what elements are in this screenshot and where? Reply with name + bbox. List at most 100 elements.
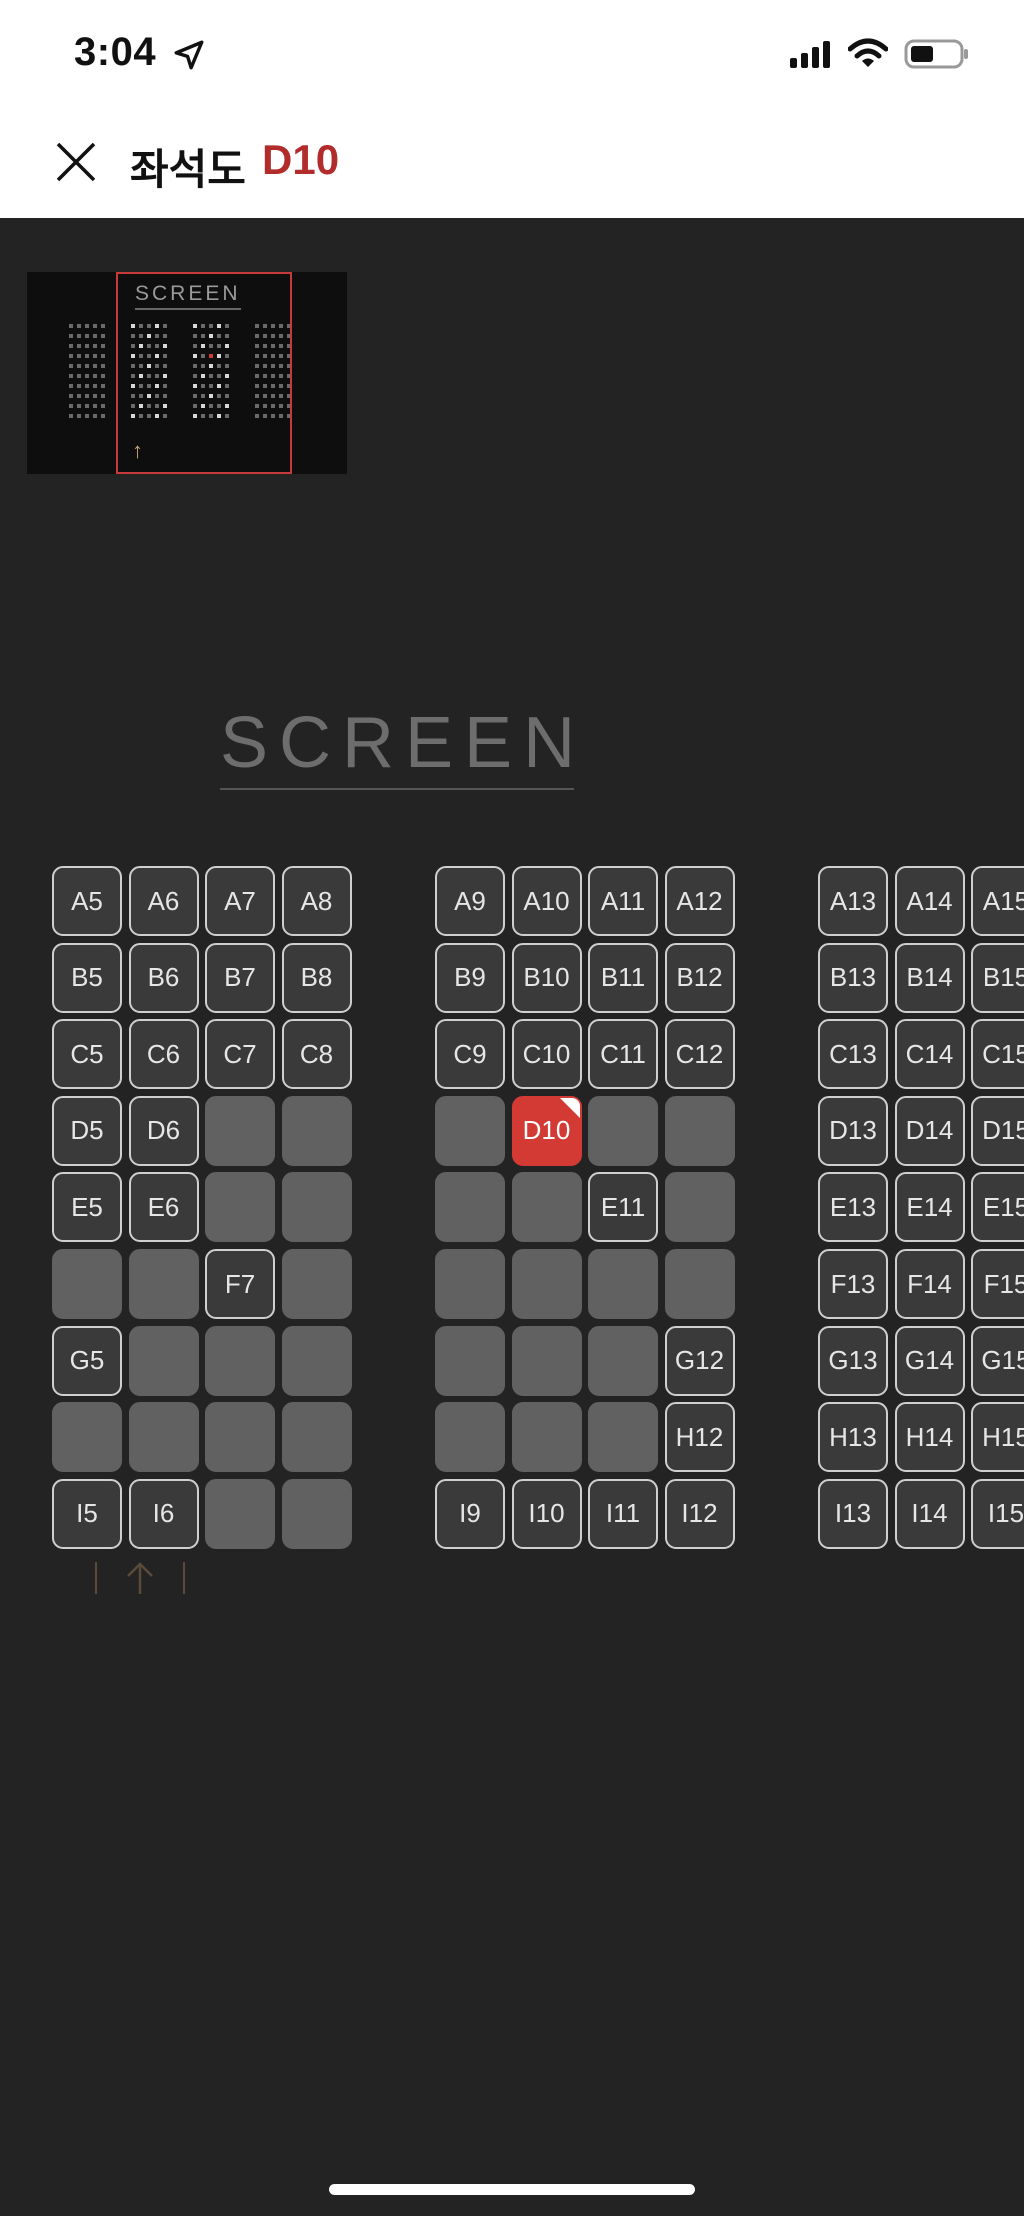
seat-A11[interactable]: A11	[588, 866, 658, 936]
seat-I11[interactable]: I11	[588, 1478, 658, 1549]
seat-C13[interactable]: C13	[818, 1019, 888, 1090]
seat-B7[interactable]: B7	[205, 942, 275, 1013]
seat-B10[interactable]: B10	[511, 942, 582, 1013]
seat-E15[interactable]: E15	[971, 1172, 1024, 1243]
seat-I13[interactable]: I13	[818, 1478, 888, 1549]
seat-C10[interactable]: C10	[511, 1019, 582, 1090]
seat-F15[interactable]: F15	[971, 1249, 1024, 1319]
seat-I14[interactable]: I14	[894, 1478, 965, 1549]
seat-B15[interactable]: B15	[971, 942, 1024, 1013]
seat-B14[interactable]: B14	[894, 942, 965, 1013]
seat-B13[interactable]: B13	[818, 942, 888, 1013]
seat-A15[interactable]: A15	[971, 866, 1024, 936]
seat-A8[interactable]: A8	[281, 866, 352, 936]
seat-E6[interactable]: E6	[128, 1172, 199, 1243]
home-indicator	[329, 2184, 695, 2195]
seat-A12[interactable]: A12	[664, 866, 735, 936]
seat-unavailable	[52, 1249, 122, 1319]
seat-B5[interactable]: B5	[52, 942, 122, 1013]
seat-C11[interactable]: C11	[588, 1019, 658, 1090]
seat-H12[interactable]: H12	[664, 1402, 735, 1473]
seat-unavailable	[205, 1325, 275, 1396]
seat-E11[interactable]: E11	[588, 1172, 658, 1243]
seat-H15[interactable]: H15	[971, 1402, 1024, 1473]
seat-unavailable	[281, 1249, 352, 1319]
seat-unavailable	[664, 1249, 735, 1319]
seat-D6[interactable]: D6	[128, 1095, 199, 1166]
seat-F7[interactable]: F7	[205, 1249, 275, 1319]
seat-H13[interactable]: H13	[818, 1402, 888, 1473]
seat-A13[interactable]: A13	[818, 866, 888, 936]
seat-C15[interactable]: C15	[971, 1019, 1024, 1090]
seat-unavailable	[511, 1249, 582, 1319]
seat-unavailable	[435, 1095, 505, 1166]
seat-A14[interactable]: A14	[894, 866, 965, 936]
seat-D14[interactable]: D14	[894, 1095, 965, 1166]
seat-unavailable	[664, 1095, 735, 1166]
seat-D10[interactable]: D10	[511, 1095, 582, 1166]
seat-G12[interactable]: G12	[664, 1325, 735, 1396]
seat-C12[interactable]: C12	[664, 1019, 735, 1090]
seat-unavailable	[281, 1478, 352, 1549]
seat-unavailable	[435, 1249, 505, 1319]
seat-I12[interactable]: I12	[664, 1478, 735, 1549]
seat-G5[interactable]: G5	[52, 1325, 122, 1396]
seat-unavailable	[205, 1478, 275, 1549]
seat-C9[interactable]: C9	[435, 1019, 505, 1090]
seat-D13[interactable]: D13	[818, 1095, 888, 1166]
seat-I10[interactable]: I10	[511, 1478, 582, 1549]
seat-unavailable	[205, 1095, 275, 1166]
seat-map: A5 A6 A7 A8 A9 A10 A11 A12 A13 A14 A15 B5 B6 B7 B8 B9 B1…	[0, 0, 1024, 2216]
seat-unavailable	[205, 1402, 275, 1473]
seat-G14[interactable]: G14	[894, 1325, 965, 1396]
seat-C8[interactable]: C8	[281, 1019, 352, 1090]
seat-I6[interactable]: I6	[128, 1478, 199, 1549]
seat-unavailable	[205, 1172, 275, 1243]
seat-B8[interactable]: B8	[281, 942, 352, 1013]
seat-unavailable	[588, 1095, 658, 1166]
seat-D15[interactable]: D15	[971, 1095, 1024, 1166]
seat-unavailable	[52, 1402, 122, 1473]
seat-C7[interactable]: C7	[205, 1019, 275, 1090]
seat-D5[interactable]: D5	[52, 1095, 122, 1166]
seat-I5[interactable]: I5	[52, 1478, 122, 1549]
seat-unavailable	[588, 1249, 658, 1319]
seat-A9[interactable]: A9	[435, 866, 505, 936]
seat-H14[interactable]: H14	[894, 1402, 965, 1473]
seat-G15[interactable]: G15	[971, 1325, 1024, 1396]
seat-B12[interactable]: B12	[664, 942, 735, 1013]
seat-unavailable	[588, 1325, 658, 1396]
seat-B11[interactable]: B11	[588, 942, 658, 1013]
seat-F13[interactable]: F13	[818, 1249, 888, 1319]
seat-A10[interactable]: A10	[511, 866, 582, 936]
seat-G13[interactable]: G13	[818, 1325, 888, 1396]
seat-A6[interactable]: A6	[128, 866, 199, 936]
seat-F14[interactable]: F14	[894, 1249, 965, 1319]
seat-I9[interactable]: I9	[435, 1478, 505, 1549]
seat-E14[interactable]: E14	[894, 1172, 965, 1243]
seat-unavailable	[281, 1172, 352, 1243]
seat-unavailable	[511, 1172, 582, 1243]
seat-unavailable	[511, 1325, 582, 1396]
seat-unavailable	[128, 1325, 199, 1396]
seat-unavailable	[128, 1249, 199, 1319]
seat-C6[interactable]: C6	[128, 1019, 199, 1090]
seat-E13[interactable]: E13	[818, 1172, 888, 1243]
seat-C5[interactable]: C5	[52, 1019, 122, 1090]
seat-unavailable	[435, 1402, 505, 1473]
seat-unavailable	[435, 1172, 505, 1243]
seat-E5[interactable]: E5	[52, 1172, 122, 1243]
seat-unavailable	[128, 1402, 199, 1473]
seat-B9[interactable]: B9	[435, 942, 505, 1013]
entrance-arrow-icon	[95, 1562, 185, 1594]
seat-unavailable	[511, 1402, 582, 1473]
seat-A7[interactable]: A7	[205, 866, 275, 936]
seat-unavailable	[588, 1402, 658, 1473]
seat-B6[interactable]: B6	[128, 942, 199, 1013]
seat-C14[interactable]: C14	[894, 1019, 965, 1090]
seat-A5[interactable]: A5	[52, 866, 122, 936]
seat-unavailable	[664, 1172, 735, 1243]
seat-unavailable	[281, 1402, 352, 1473]
seat-I15[interactable]: I15	[971, 1478, 1024, 1549]
seat-unavailable	[435, 1325, 505, 1396]
